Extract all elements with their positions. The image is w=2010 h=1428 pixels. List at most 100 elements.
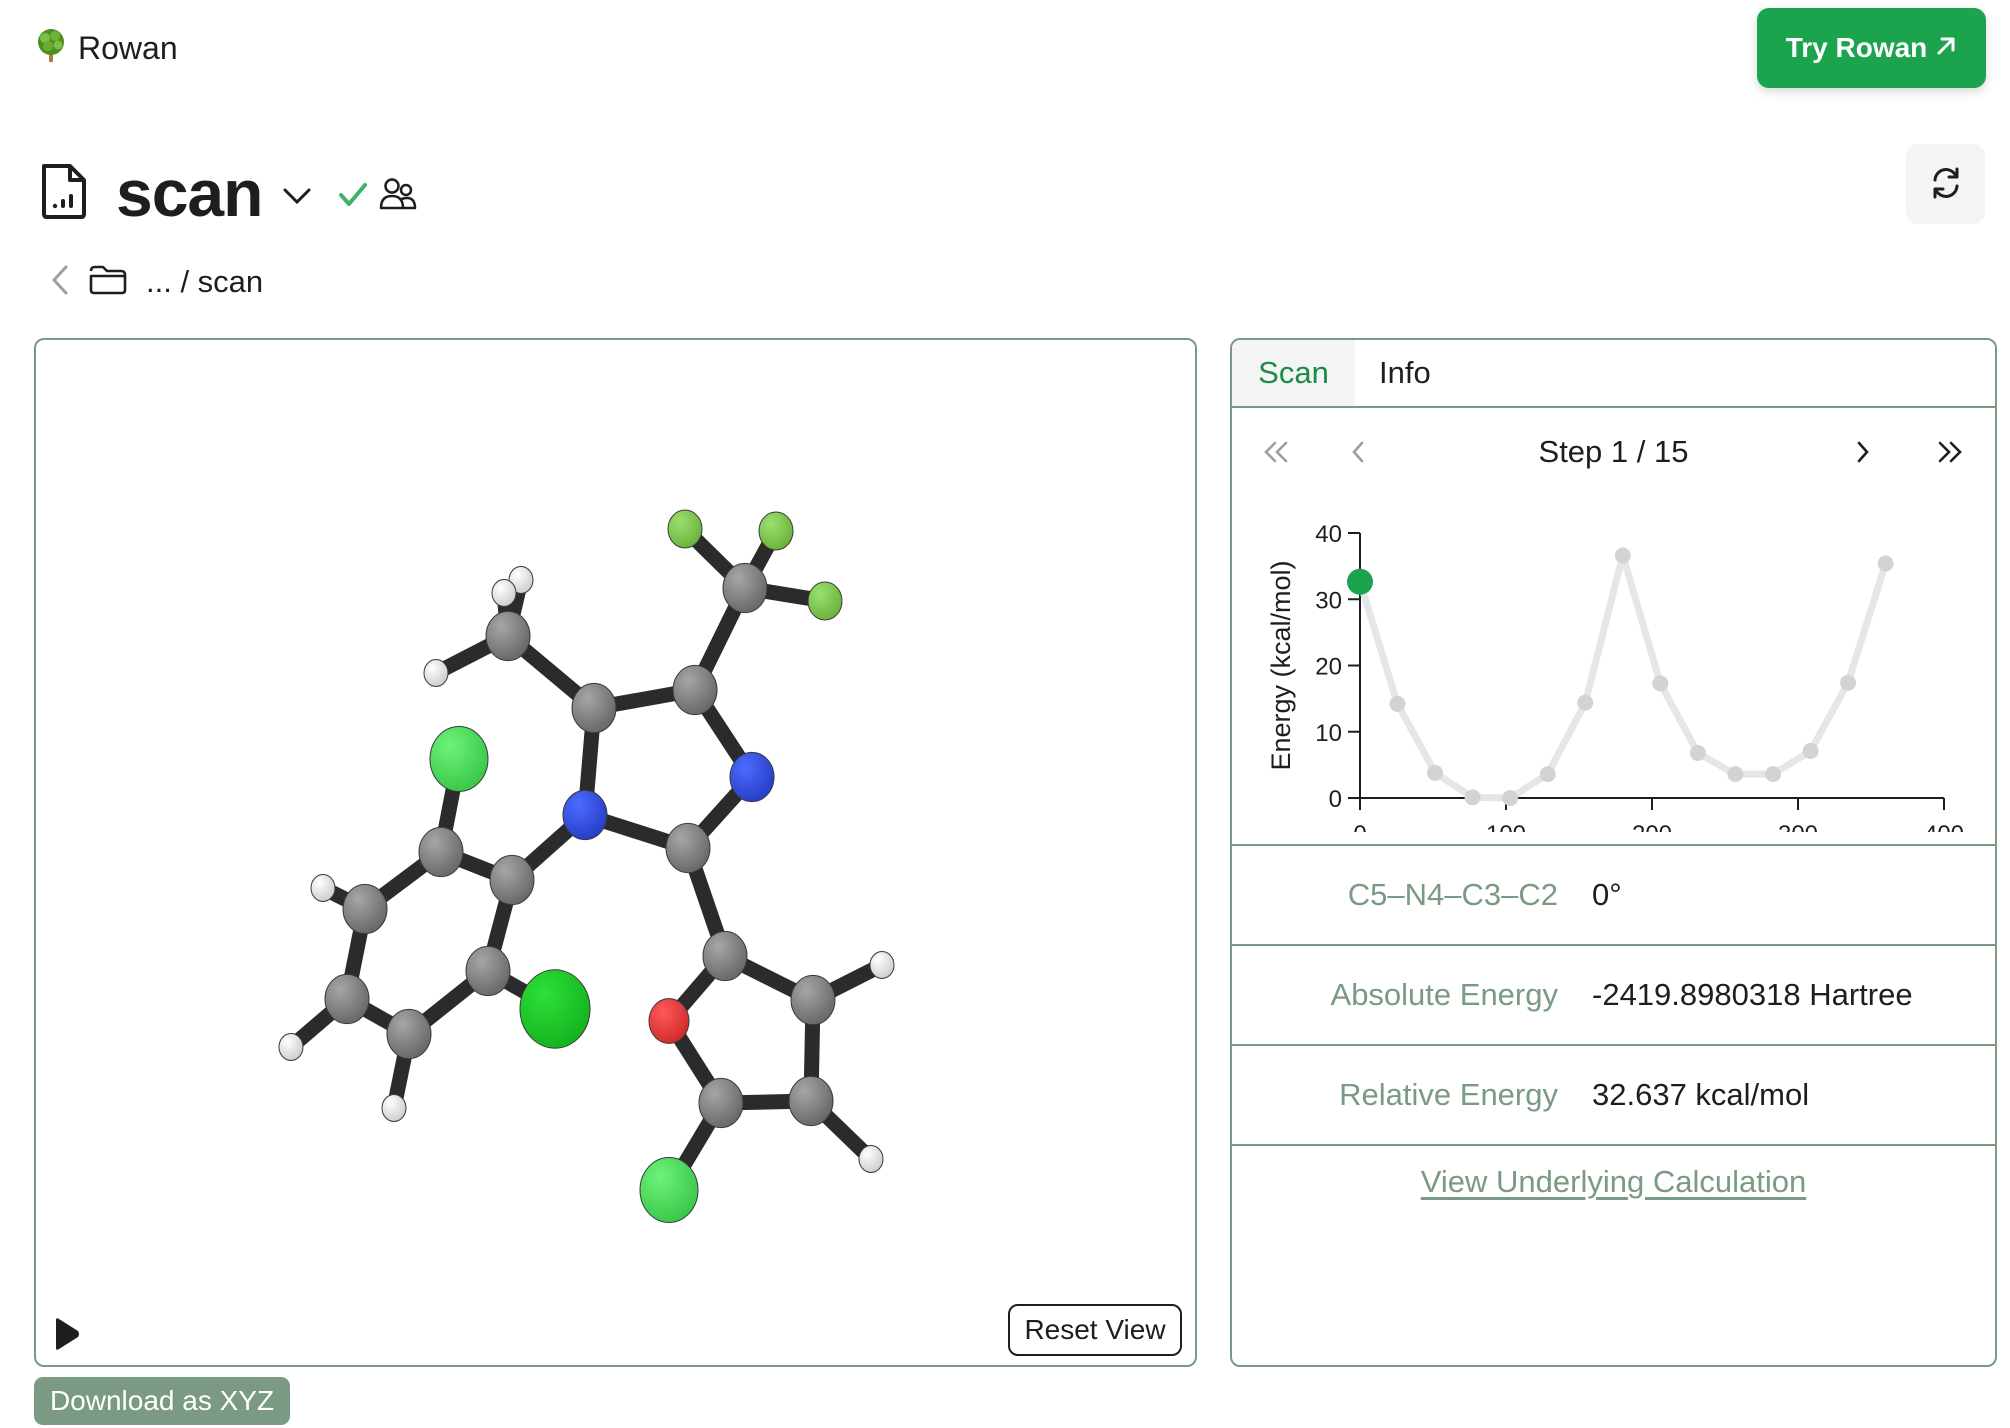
file-chart-icon: [40, 162, 88, 225]
carbon-atom: [672, 664, 718, 716]
hydrogen-atom: [381, 1094, 407, 1122]
y-tick-label: 20: [1315, 654, 1342, 681]
tab-scan[interactable]: Scan: [1232, 340, 1355, 406]
chlorine-atom: [639, 1157, 699, 1223]
check-icon: [338, 182, 368, 213]
hydrogen-atom: [278, 1033, 304, 1061]
hydrogen-atom: [423, 659, 449, 687]
chlorine-atom: [429, 726, 489, 792]
carbon-atom: [418, 826, 464, 878]
page-title[interactable]: scan: [116, 160, 263, 226]
fluorine-atom: [758, 511, 794, 551]
data-point[interactable]: [1389, 695, 1406, 712]
reset-view-button[interactable]: Reset View: [1008, 1304, 1182, 1356]
data-point[interactable]: [1765, 766, 1782, 783]
chevrons-right-icon[interactable]: [1930, 426, 1970, 478]
carbon-atom: [386, 1008, 432, 1060]
carbon-atom: [702, 930, 748, 982]
x-tick-label: 100: [1486, 821, 1526, 832]
absolute-energy-label: Absolute Energy: [1330, 977, 1558, 1012]
relative-energy-label: Relative Energy: [1339, 1077, 1558, 1112]
chevron-down-icon[interactable]: [282, 186, 312, 211]
x-tick-label: 300: [1778, 821, 1818, 832]
hydrogen-atom: [310, 874, 336, 902]
energy-chart[interactable]: 0102030400100200300400 C5–N4–C3–C2 (°) E…: [1232, 492, 1997, 832]
y-tick-label: 30: [1315, 587, 1342, 614]
refresh-button[interactable]: [1906, 144, 1985, 224]
users-icon[interactable]: [378, 176, 418, 217]
carbon-atom: [788, 1075, 834, 1127]
nitrogen-atom: [562, 789, 608, 841]
fluorine-atom: [807, 581, 843, 621]
scan-panel: Scan Info Step 1 / 15 010203040010020030…: [1230, 338, 1997, 1367]
download-xyz-button[interactable]: Download as XYZ: [34, 1377, 290, 1425]
carbon-atom: [698, 1077, 744, 1129]
carbon-atom: [465, 945, 511, 997]
chlorine-atom: [519, 969, 591, 1049]
play-icon[interactable]: [52, 1316, 82, 1352]
brand-logo[interactable]: Rowan: [34, 28, 178, 69]
carbon-atom: [489, 854, 535, 906]
try-rowan-button[interactable]: Try Rowan: [1757, 8, 1986, 88]
selected-data-point[interactable]: [1347, 568, 1373, 595]
step-navigator: Step 1 / 15: [1232, 426, 1995, 478]
table-row: C5–N4–C3–C2 0°: [1232, 844, 1995, 944]
data-point[interactable]: [1614, 547, 1631, 564]
try-rowan-label: Try Rowan: [1785, 32, 1928, 63]
absolute-energy-value: -2419.8980318 Hartree: [1592, 977, 1913, 1012]
brand-name: Rowan: [78, 30, 178, 66]
data-point[interactable]: [1577, 694, 1594, 711]
x-tick-label: 200: [1632, 821, 1672, 832]
y-tick-label: 40: [1315, 521, 1342, 548]
molecule-viewer[interactable]: Reset View: [34, 338, 1197, 1367]
data-point[interactable]: [1877, 555, 1894, 572]
carbon-atom: [722, 562, 768, 614]
breadcrumb-path[interactable]: ... / scan: [146, 264, 263, 300]
title-row: scan: [40, 160, 418, 226]
data-point[interactable]: [1727, 766, 1744, 783]
fluorine-atom: [667, 509, 703, 549]
carbon-atom: [571, 682, 617, 734]
relative-energy-value: 32.637 kcal/mol: [1592, 1077, 1810, 1112]
breadcrumb: ... / scan: [50, 262, 263, 302]
data-point[interactable]: [1689, 744, 1706, 761]
carbon-atom: [342, 883, 388, 935]
carbon-atom: [485, 610, 531, 662]
view-underlying-calculation-link[interactable]: View Underlying Calculation: [1421, 1164, 1806, 1200]
x-tick-label: 400: [1924, 821, 1964, 832]
energy-series-line: [1356, 552, 1889, 802]
data-point[interactable]: [1464, 789, 1481, 806]
tree-icon: [34, 28, 68, 69]
data-point[interactable]: [1652, 675, 1669, 692]
nitrogen-atom: [729, 751, 775, 803]
refresh-icon: [1928, 165, 1964, 204]
folder-icon[interactable]: [88, 264, 128, 301]
chevron-left-icon[interactable]: [50, 264, 70, 301]
data-point[interactable]: [1502, 790, 1519, 806]
y-tick-label: 0: [1329, 786, 1342, 813]
data-point[interactable]: [1427, 764, 1444, 781]
x-tick-label: 0: [1353, 821, 1366, 832]
dihedral-value: 0°: [1592, 877, 1622, 912]
hydrogen-atom: [858, 1145, 884, 1173]
chevron-right-icon[interactable]: [1843, 426, 1883, 478]
dihedral-label: C5–N4–C3–C2: [1347, 877, 1558, 912]
y-tick-label: 10: [1315, 720, 1342, 747]
arrow-up-right-icon: [1935, 32, 1957, 64]
tab-bar: Scan Info: [1232, 340, 1995, 408]
carbon-atom: [324, 973, 370, 1025]
carbon-atom: [665, 822, 711, 874]
hydrogen-atom: [491, 579, 517, 607]
oxygen-atom: [648, 998, 690, 1044]
tab-info[interactable]: Info: [1355, 340, 1455, 406]
table-row: Relative Energy 32.637 kcal/mol: [1232, 1044, 1995, 1144]
step-info-table: C5–N4–C3–C2 0° Absolute Energy -2419.898…: [1232, 844, 1995, 1218]
data-point[interactable]: [1539, 766, 1556, 783]
carbon-atom: [790, 974, 836, 1026]
data-point[interactable]: [1802, 742, 1819, 759]
hydrogen-atom: [869, 951, 895, 979]
molecule-canvas[interactable]: [34, 338, 1197, 1367]
table-row: Absolute Energy -2419.8980318 Hartree: [1232, 944, 1995, 1044]
link-row: View Underlying Calculation: [1232, 1144, 1995, 1218]
data-point[interactable]: [1840, 674, 1857, 691]
